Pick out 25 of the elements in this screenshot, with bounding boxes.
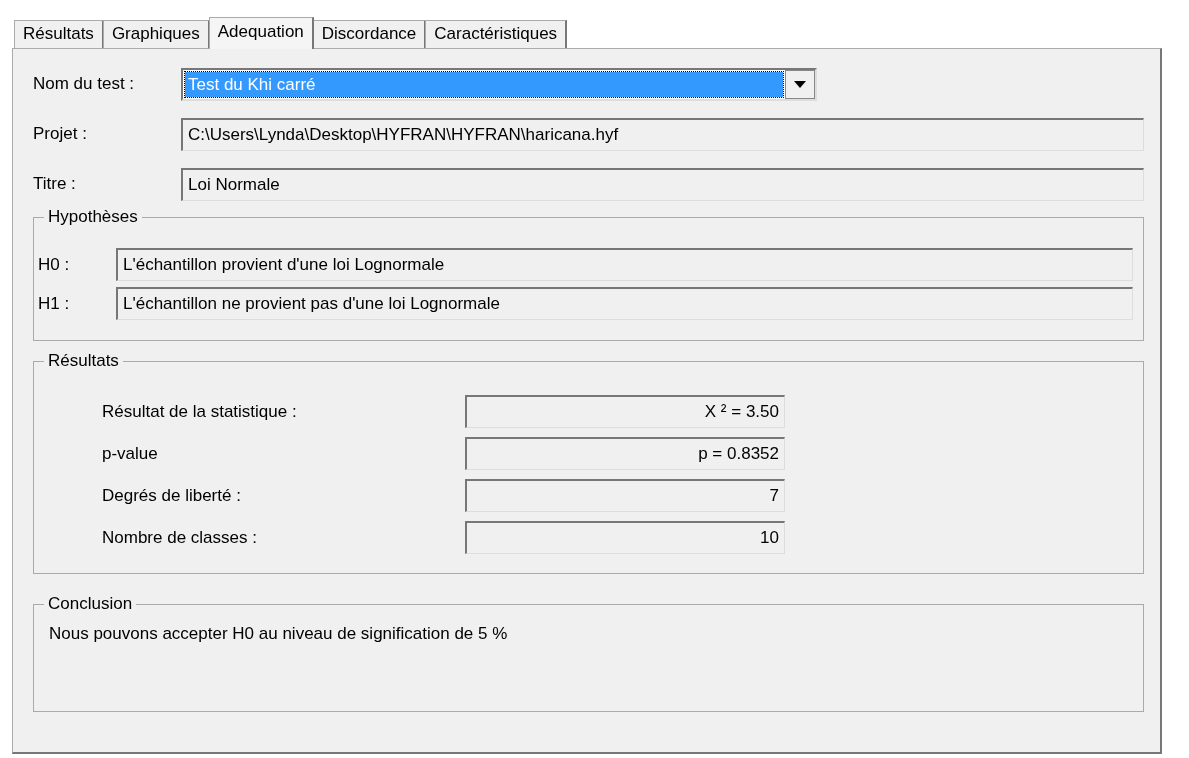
field-label: Résultat de la statistique : bbox=[102, 400, 298, 423]
tab[interactable]: Graphiques bbox=[102, 20, 210, 48]
field-label: Projet : bbox=[33, 123, 88, 146]
title-field[interactable]: Loi Normale bbox=[181, 167, 1144, 201]
caret-icon bbox=[794, 80, 806, 88]
dropdown-button[interactable] bbox=[785, 69, 815, 99]
tab[interactable]: Discordance bbox=[312, 20, 427, 48]
result-field[interactable]: 7 bbox=[465, 479, 785, 512]
field-label: Degrés de liberté : bbox=[102, 484, 242, 507]
tab[interactable]: Adequation bbox=[208, 17, 314, 49]
hypothesis-field[interactable]: L'échantillon provient d'une loi Lognormale bbox=[116, 248, 1133, 281]
conclusion-text: Nous pouvons accepter H0 au niveau de signification de 5 % bbox=[49, 624, 508, 643]
field-label: Nombre de classes : bbox=[102, 526, 258, 549]
tab[interactable]: Caractéristiques bbox=[425, 20, 568, 48]
result-field[interactable]: p = 0.8352 bbox=[465, 437, 785, 470]
field-label: H0 : bbox=[37, 253, 71, 276]
hypothesis-field[interactable]: L'échantillon ne provient pas d'une loi Lognormale bbox=[116, 287, 1133, 320]
field-label: H1 : bbox=[37, 292, 71, 315]
tab[interactable]: Résultats bbox=[14, 20, 104, 48]
field-label: Titre : bbox=[33, 173, 77, 196]
project-field[interactable]: C:\Users\Lynda\Desktop\HYFRAN\HYFRAN\haricana.hyf bbox=[181, 117, 1144, 151]
field-label: Nom du test : bbox=[33, 73, 136, 96]
result-field[interactable]: X ² = 3.50 bbox=[465, 395, 785, 428]
field-label: p-value bbox=[102, 442, 159, 465]
result-field[interactable]: 10 bbox=[465, 521, 785, 554]
